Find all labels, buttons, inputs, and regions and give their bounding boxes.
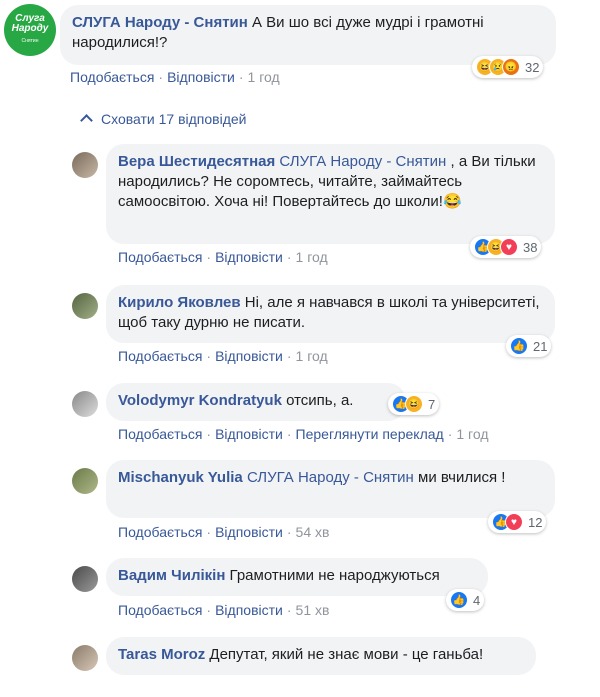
reply-author-link[interactable]: Вера Шестидесятная (118, 153, 275, 170)
reply-link[interactable]: Відповісти (215, 249, 283, 265)
reply-link[interactable]: Відповісти (215, 348, 283, 364)
reply-author-link[interactable]: Кирило Яковлев (118, 294, 241, 311)
like-link[interactable]: Подобається (118, 249, 202, 265)
avatar[interactable] (72, 468, 98, 494)
avatar-text-line: Народу (11, 23, 49, 34)
reply-text: Депутат, який не знає мови - це ганьба! (209, 646, 484, 663)
reply-actions: Подобається · Відповісти · 51 хв (118, 602, 330, 618)
mention-link[interactable]: СЛУГА Народу - Снятин (279, 153, 446, 170)
avatar-text-line: Снятин (21, 38, 39, 44)
reply-link[interactable]: Відповісти (215, 524, 283, 540)
reaction-count: 12 (528, 514, 543, 530)
reply-bubble: Вадим Чилікін Грамотними не народжуються (106, 558, 488, 596)
page-avatar[interactable]: Слуга Народу Снятин (4, 4, 56, 56)
reactions-summary[interactable]: 👍 21 (506, 335, 552, 357)
reaction-count: 32 (525, 59, 540, 75)
like-link[interactable]: Подобається (118, 426, 202, 442)
timestamp[interactable]: 51 хв (296, 602, 330, 618)
reply-bubble: Кирило Яковлев Ні, але я навчався в школ… (106, 285, 555, 343)
like-link[interactable]: Подобається (118, 348, 202, 364)
timestamp[interactable]: 1 год (248, 69, 280, 85)
comment-actions: Подобається · Відповісти · 1 год (70, 69, 280, 85)
reply-link[interactable]: Відповісти (215, 602, 283, 618)
comment-author-link[interactable]: СЛУГА Народу - Снятин (72, 14, 248, 31)
hide-replies-label: Сховати 17 відповідей (101, 111, 247, 127)
thumbs-up-icon: 👍 (450, 591, 468, 609)
timestamp[interactable]: 1 год (456, 426, 488, 442)
laughing-face-icon: 😆 (405, 395, 423, 413)
reply-link[interactable]: Відповісти (167, 69, 235, 85)
timestamp[interactable]: 1 год (296, 348, 328, 364)
like-link[interactable]: Подобається (118, 524, 202, 540)
reply-text: ми вчилися ! (418, 469, 506, 486)
reply-actions: Подобається · Відповісти · 1 год (118, 249, 328, 265)
reactions-summary[interactable]: 😆 😢 😠 32 (472, 56, 544, 78)
reactions-summary[interactable]: 👍 😆 ♥ 38 (470, 236, 542, 258)
avatar[interactable] (72, 293, 98, 319)
angry-face-icon: 😠 (502, 58, 520, 76)
reply-actions: Подобається · Відповісти · 1 год (118, 348, 328, 364)
reply-actions: Подобається · Відповісти · Переглянути перек… (118, 426, 489, 442)
reaction-count: 7 (428, 396, 436, 412)
hide-replies-button[interactable]: Сховати 17 відповідей (80, 111, 247, 127)
reaction-count: 38 (523, 239, 538, 255)
chevron-up-icon (80, 114, 93, 127)
reaction-count: 4 (473, 592, 481, 608)
reply-actions: Подобається · Відповісти · 54 хв (118, 524, 330, 540)
reply-bubble: Volodymyr Kondratyuk отсипь, а. (106, 383, 406, 421)
like-link[interactable]: Подобається (118, 602, 202, 618)
reply-bubble: Mischanyuk Yulia СЛУГА Народу - Снятин м… (106, 460, 555, 518)
see-translation-link[interactable]: Переглянути переклад (296, 426, 444, 442)
reactions-summary[interactable]: 👍 😆 7 (388, 393, 440, 415)
avatar[interactable] (72, 391, 98, 417)
reply-text: отсипь, а. (286, 392, 354, 409)
avatar[interactable] (72, 645, 98, 671)
reactions-summary[interactable]: 👍 ♥ 12 (488, 511, 547, 533)
heart-icon: ♥ (500, 238, 518, 256)
reply-text: Грамотними не народжуються (229, 567, 440, 584)
mention-link[interactable]: СЛУГА Народу - Снятин (247, 469, 414, 486)
reply-author-link[interactable]: Вадим Чилікін (118, 567, 225, 584)
like-link[interactable]: Подобається (70, 69, 154, 85)
reply-author-link[interactable]: Taras Moroz (118, 646, 205, 663)
avatar[interactable] (72, 566, 98, 592)
avatar[interactable] (72, 152, 98, 178)
reply-author-link[interactable]: Mischanyuk Yulia (118, 469, 243, 486)
reactions-summary[interactable]: 👍 4 (446, 589, 485, 611)
reply-link[interactable]: Відповісти (215, 426, 283, 442)
timestamp[interactable]: 54 хв (296, 524, 330, 540)
thumbs-up-icon: 👍 (510, 337, 528, 355)
timestamp[interactable]: 1 год (296, 249, 328, 265)
reaction-count: 21 (533, 338, 548, 354)
reply-bubble: Вера Шестидесятная СЛУГА Народу - Снятин… (106, 144, 555, 244)
reply-bubble: Taras Moroz Депутат, який не знає мови -… (106, 637, 536, 675)
reply-author-link[interactable]: Volodymyr Kondratyuk (118, 392, 282, 409)
heart-icon: ♥ (505, 513, 523, 531)
